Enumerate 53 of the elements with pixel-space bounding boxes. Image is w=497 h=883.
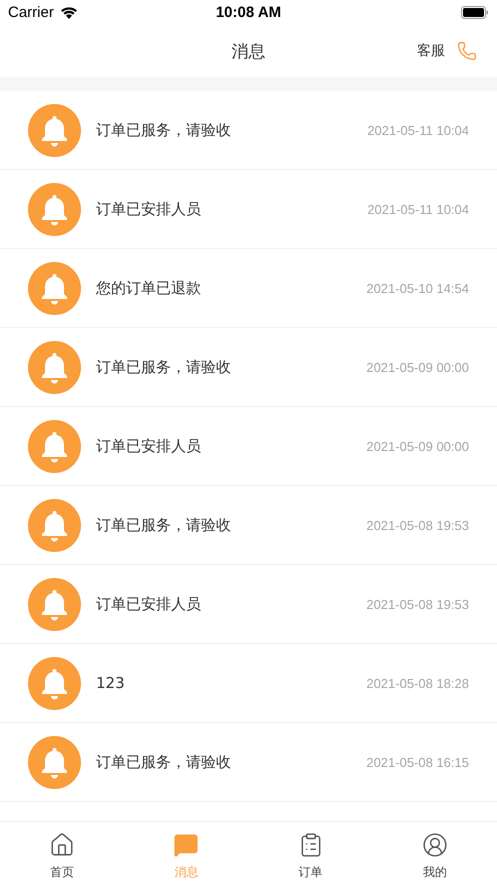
bell-icon [28, 262, 81, 314]
message-text: 订单已服务，请验收 [96, 358, 232, 376]
message-row[interactable]: 订单已安排人员 2021-05-09 00:00 [0, 407, 497, 486]
message-time: 2021-05-11 10:04 [367, 202, 469, 216]
message-row[interactable]: 订单已安排人员 2021-05-11 10:04 [0, 170, 497, 249]
phone-icon[interactable] [457, 41, 477, 61]
message-row[interactable]: 123 2021-05-08 18:28 [0, 644, 497, 723]
tab-label: 我的 [422, 864, 447, 881]
house-icon [49, 832, 76, 858]
bell-icon [28, 736, 81, 788]
message-time: 2021-05-08 18:28 [366, 676, 469, 690]
tab-label: 消息 [174, 864, 198, 881]
bell-icon [28, 104, 81, 156]
message-time: 2021-05-10 14:54 [366, 280, 469, 296]
tab-label: 订单 [298, 864, 323, 881]
wifi-icon [60, 6, 78, 19]
customer-service-link[interactable]: 客服 [417, 42, 445, 60]
chat-icon [173, 832, 200, 858]
message-time: 2021-05-11 10:04 [367, 122, 469, 138]
user-icon [422, 832, 448, 858]
message-row[interactable]: 订单已服务，请验收 2021-05-11 10:04 [0, 91, 497, 170]
message-text: 订单已服务，请验收 [96, 516, 232, 534]
tab-label: 首页 [50, 864, 74, 881]
battery-icon [461, 6, 489, 19]
message-row[interactable]: 您的订单已退款 2021-05-10 14:54 [0, 249, 497, 328]
bell-icon [28, 182, 81, 236]
tab-item[interactable]: 首页 [0, 822, 124, 883]
message-time: 2021-05-08 19:53 [366, 518, 469, 532]
message-text: 订单已安排人员 [96, 436, 202, 456]
message-text: 订单已安排人员 [96, 200, 202, 218]
message-text: 123 [96, 674, 126, 692]
message-time: 2021-05-09 00:00 [366, 438, 469, 454]
bell-icon [28, 578, 81, 630]
message-row[interactable]: 订单已服务，请验收 2021-05-09 00:00 [0, 328, 497, 407]
tab-item[interactable]: 订单 [248, 822, 373, 883]
message-text: 订单已安排人员 [96, 594, 202, 614]
message-time: 2021-05-09 00:00 [366, 360, 469, 374]
bell-icon [28, 420, 81, 472]
message-text: 订单已服务，请验收 [96, 120, 232, 140]
carrier-name: Carrier [8, 4, 54, 21]
bell-icon [28, 656, 81, 710]
bell-icon [28, 340, 81, 394]
page-title: 消息 [232, 40, 266, 62]
message-row[interactable]: 订单已安排人员 2021-05-08 19:53 [0, 565, 497, 644]
tab-item[interactable]: 我的 [372, 822, 497, 883]
message-row[interactable]: 订单已服务，请验收 2021-05-08 19:53 [0, 486, 497, 565]
message-text: 您的订单已退款 [96, 278, 202, 298]
message-time: 2021-05-08 19:53 [366, 596, 469, 612]
message-time: 2021-05-08 16:15 [366, 754, 469, 770]
clock-time: 10:08 AM [216, 4, 282, 21]
message-text: 订单已服务，请验收 [96, 752, 232, 772]
bell-icon [28, 498, 81, 552]
message-row[interactable]: 订单已服务，请验收 2021-05-08 16:15 [0, 723, 497, 802]
